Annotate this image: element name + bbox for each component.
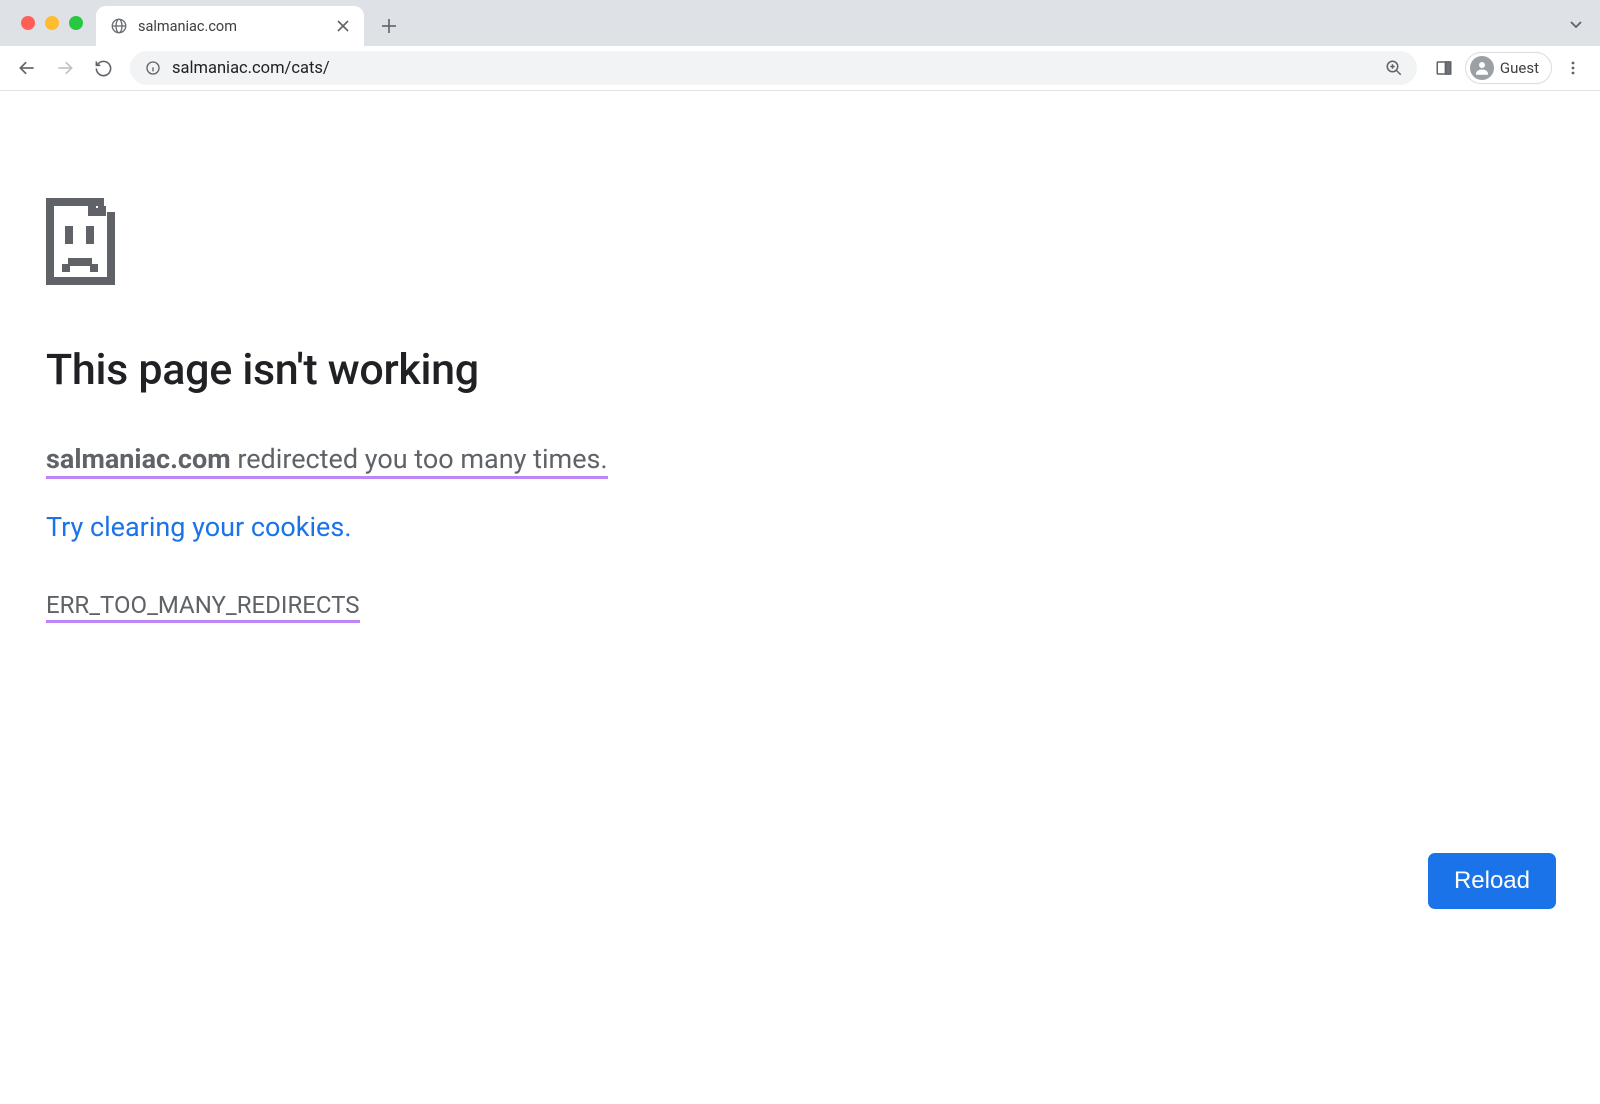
zoom-icon[interactable] — [1381, 55, 1407, 81]
tabs-dropdown-button[interactable] — [1566, 14, 1586, 34]
site-info-icon[interactable] — [144, 59, 162, 77]
sad-file-icon — [46, 198, 1554, 285]
address-bar[interactable]: salmaniac.com/cats/ — [130, 51, 1417, 85]
new-tab-button[interactable] — [374, 11, 404, 41]
window-minimize-button[interactable] — [45, 16, 59, 30]
globe-icon — [110, 17, 128, 35]
profile-label: Guest — [1500, 59, 1539, 77]
traffic-lights — [21, 16, 83, 30]
error-message-suffix: redirected you too many times. — [231, 443, 608, 475]
error-code: ERR_TOO_MANY_REDIRECTS — [46, 591, 360, 623]
profile-chip[interactable]: Guest — [1465, 52, 1552, 84]
error-title: This page isn't working — [46, 345, 1554, 395]
back-button[interactable] — [10, 51, 44, 85]
window-close-button[interactable] — [21, 16, 35, 30]
avatar-icon — [1470, 56, 1494, 80]
menu-button[interactable] — [1556, 51, 1590, 85]
window-maximize-button[interactable] — [69, 16, 83, 30]
clear-cookies-link[interactable]: Try clearing your cookies — [46, 511, 344, 543]
error-suggestion: Try clearing your cookies. — [46, 511, 1554, 543]
reload-nav-button[interactable] — [86, 51, 120, 85]
error-domain: salmaniac.com — [46, 443, 231, 475]
tab-close-button[interactable] — [334, 17, 352, 35]
browser-tab[interactable]: salmaniac.com — [96, 6, 364, 46]
reload-button[interactable]: Reload — [1428, 853, 1556, 909]
tab-strip: salmaniac.com — [0, 0, 1600, 46]
tab-title: salmaniac.com — [138, 18, 324, 35]
forward-button[interactable] — [48, 51, 82, 85]
suggestion-dot: . — [344, 511, 351, 543]
side-panel-button[interactable] — [1427, 51, 1461, 85]
error-message: salmaniac.com redirected you too many ti… — [46, 443, 608, 479]
url-text: salmaniac.com/cats/ — [172, 59, 1371, 78]
browser-toolbar: salmaniac.com/cats/ Guest — [0, 46, 1600, 91]
error-page-content: This page isn't working salmaniac.com re… — [46, 198, 1554, 619]
